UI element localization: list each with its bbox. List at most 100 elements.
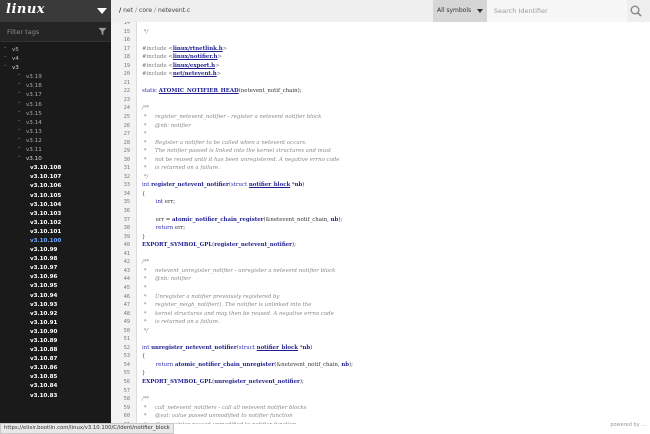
identifier-link[interactable]: net/netevent.h bbox=[173, 71, 217, 77]
tag-item[interactable]: v3.10.85 bbox=[0, 373, 111, 382]
tag-item[interactable]: v3.10.99 bbox=[0, 246, 111, 255]
tag-item[interactable]: v3.10.107 bbox=[0, 173, 111, 182]
tag-item[interactable]: ˄ v5 bbox=[0, 46, 111, 55]
tag-item[interactable]: v3.10.96 bbox=[0, 273, 111, 282]
line-number[interactable]: 40 bbox=[111, 241, 130, 250]
identifier-link[interactable]: atomic_notifier_chain_unregister bbox=[175, 362, 274, 368]
breadcrumb-item[interactable]: net bbox=[123, 7, 133, 14]
chevron-down-icon[interactable] bbox=[97, 8, 107, 14]
line-number[interactable]: 18 bbox=[111, 53, 130, 62]
line-number[interactable]: 17 bbox=[111, 45, 130, 54]
tag-item[interactable]: v3.10.100 bbox=[0, 237, 111, 246]
breadcrumb-root[interactable]: / bbox=[119, 7, 121, 14]
identifier-link[interactable]: register_netevent_notifier bbox=[151, 182, 229, 188]
tag-item[interactable]: v3.10.83 bbox=[0, 392, 111, 401]
line-number[interactable]: 35 bbox=[111, 198, 130, 207]
identifier-link[interactable]: notifier_block bbox=[249, 182, 290, 188]
tag-item[interactable]: v3.10.87 bbox=[0, 355, 111, 364]
line-number[interactable]: 23 bbox=[111, 96, 130, 105]
project-selector[interactable]: linux bbox=[0, 0, 111, 22]
identifier-link[interactable]: linux/notifier.h bbox=[173, 54, 218, 60]
line-number[interactable]: 51 bbox=[111, 335, 130, 344]
tag-item[interactable]: ˅ v3 bbox=[0, 64, 111, 73]
line-number[interactable]: 44 bbox=[111, 275, 130, 284]
tag-item[interactable]: v3.10.91 bbox=[0, 319, 111, 328]
filter-icon[interactable] bbox=[98, 27, 107, 36]
tag-item[interactable]: v3.10.86 bbox=[0, 364, 111, 373]
line-number[interactable]: 50 bbox=[111, 327, 130, 336]
line-number[interactable]: 27 bbox=[111, 130, 130, 139]
identifier-link[interactable]: unregister_netevent_notifier bbox=[151, 345, 237, 351]
tag-item[interactable]: v3.10.92 bbox=[0, 310, 111, 319]
search-icon[interactable] bbox=[630, 5, 642, 17]
line-number[interactable]: 55 bbox=[111, 369, 130, 378]
line-number[interactable]: 25 bbox=[111, 113, 130, 122]
tag-item[interactable]: ˄ v3.19 bbox=[0, 73, 111, 82]
identifier-link[interactable]: register_netevent_notifier bbox=[214, 242, 292, 248]
line-number[interactable]: 60 bbox=[111, 412, 130, 421]
line-number[interactable]: 38 bbox=[111, 224, 130, 233]
breadcrumb-item[interactable]: core bbox=[139, 7, 152, 14]
search-identifier-input[interactable] bbox=[487, 0, 627, 22]
line-number[interactable]: 41 bbox=[111, 250, 130, 259]
tag-item[interactable]: ˄ v4 bbox=[0, 55, 111, 64]
tag-item[interactable]: ˄ v3.13 bbox=[0, 128, 111, 137]
line-number[interactable]: 52 bbox=[111, 344, 130, 353]
identifier-link[interactable]: EXPORT_SYMBOL_GPL bbox=[142, 242, 212, 248]
identifier-link[interactable]: EXPORT_SYMBOL_GPL bbox=[142, 379, 212, 385]
line-number[interactable]: 42 bbox=[111, 258, 130, 267]
tag-item[interactable]: v3.10.103 bbox=[0, 210, 111, 219]
tag-item[interactable]: ˄ v3.11 bbox=[0, 146, 111, 155]
tag-item[interactable]: v3.10.108 bbox=[0, 164, 111, 173]
tag-item[interactable]: ˄ v3.12 bbox=[0, 137, 111, 146]
filter-tags-input[interactable] bbox=[0, 22, 88, 41]
line-number[interactable]: 49 bbox=[111, 318, 130, 327]
identifier-link[interactable]: linux/export.h bbox=[173, 63, 215, 69]
line-number[interactable]: 37 bbox=[111, 216, 130, 225]
line-number[interactable]: 59 bbox=[111, 404, 130, 413]
line-number[interactable]: 20 bbox=[111, 70, 130, 79]
identifier-link[interactable]: linux/rtnetlink.h bbox=[173, 46, 223, 52]
tag-item[interactable]: ˄ v3.16 bbox=[0, 101, 111, 110]
tag-item[interactable]: v3.10.93 bbox=[0, 301, 111, 310]
line-number[interactable]: 33 bbox=[111, 181, 130, 190]
tag-item[interactable]: v3.10.95 bbox=[0, 282, 111, 291]
line-number[interactable]: 16 bbox=[111, 36, 130, 45]
line-number[interactable]: 58 bbox=[111, 395, 130, 404]
line-number[interactable]: 15 bbox=[111, 28, 130, 37]
tag-item[interactable]: ˄ v3.17 bbox=[0, 91, 111, 100]
tag-item[interactable]: v3.10.102 bbox=[0, 219, 111, 228]
line-number[interactable]: 47 bbox=[111, 301, 130, 310]
symbol-type-select[interactable]: All symbols bbox=[433, 0, 487, 22]
tag-item[interactable]: v3.10.89 bbox=[0, 337, 111, 346]
line-number[interactable]: 39 bbox=[111, 233, 130, 242]
identifier-link[interactable]: ATOMIC_NOTIFIER_HEAD bbox=[159, 88, 239, 94]
tag-item[interactable]: v3.10.101 bbox=[0, 228, 111, 237]
identifier-link[interactable]: nb bbox=[341, 362, 349, 368]
line-number[interactable]: 57 bbox=[111, 387, 130, 396]
tag-item[interactable]: v3.10.106 bbox=[0, 182, 111, 191]
line-number[interactable]: 48 bbox=[111, 310, 130, 319]
tag-item[interactable]: ˄ v3.15 bbox=[0, 110, 111, 119]
line-number[interactable]: 31 bbox=[111, 164, 130, 173]
tag-item[interactable]: v3.10.88 bbox=[0, 346, 111, 355]
breadcrumb-item[interactable]: netevent.c bbox=[158, 7, 190, 14]
line-number[interactable]: 36 bbox=[111, 207, 130, 216]
line-number[interactable]: 43 bbox=[111, 267, 130, 276]
line-number[interactable]: 21 bbox=[111, 79, 130, 88]
tag-item[interactable]: v3.10.98 bbox=[0, 255, 111, 264]
line-number[interactable]: 28 bbox=[111, 139, 130, 148]
tag-item[interactable]: ˅ v3.10 bbox=[0, 155, 111, 164]
tag-item[interactable]: v3.10.97 bbox=[0, 264, 111, 273]
line-number[interactable]: 46 bbox=[111, 293, 130, 302]
line-number[interactable]: 32 bbox=[111, 173, 130, 182]
tag-item[interactable]: ˄ v3.14 bbox=[0, 119, 111, 128]
line-number[interactable]: 29 bbox=[111, 147, 130, 156]
tag-item[interactable]: v3.10.105 bbox=[0, 192, 111, 201]
identifier-link[interactable]: notifier_block bbox=[257, 345, 298, 351]
identifier-link[interactable]: atomic_notifier_chain_register bbox=[172, 217, 263, 223]
tag-item[interactable]: v3.10.90 bbox=[0, 328, 111, 337]
line-number[interactable]: 45 bbox=[111, 284, 130, 293]
line-number[interactable]: 30 bbox=[111, 156, 130, 165]
line-number[interactable]: 53 bbox=[111, 352, 130, 361]
